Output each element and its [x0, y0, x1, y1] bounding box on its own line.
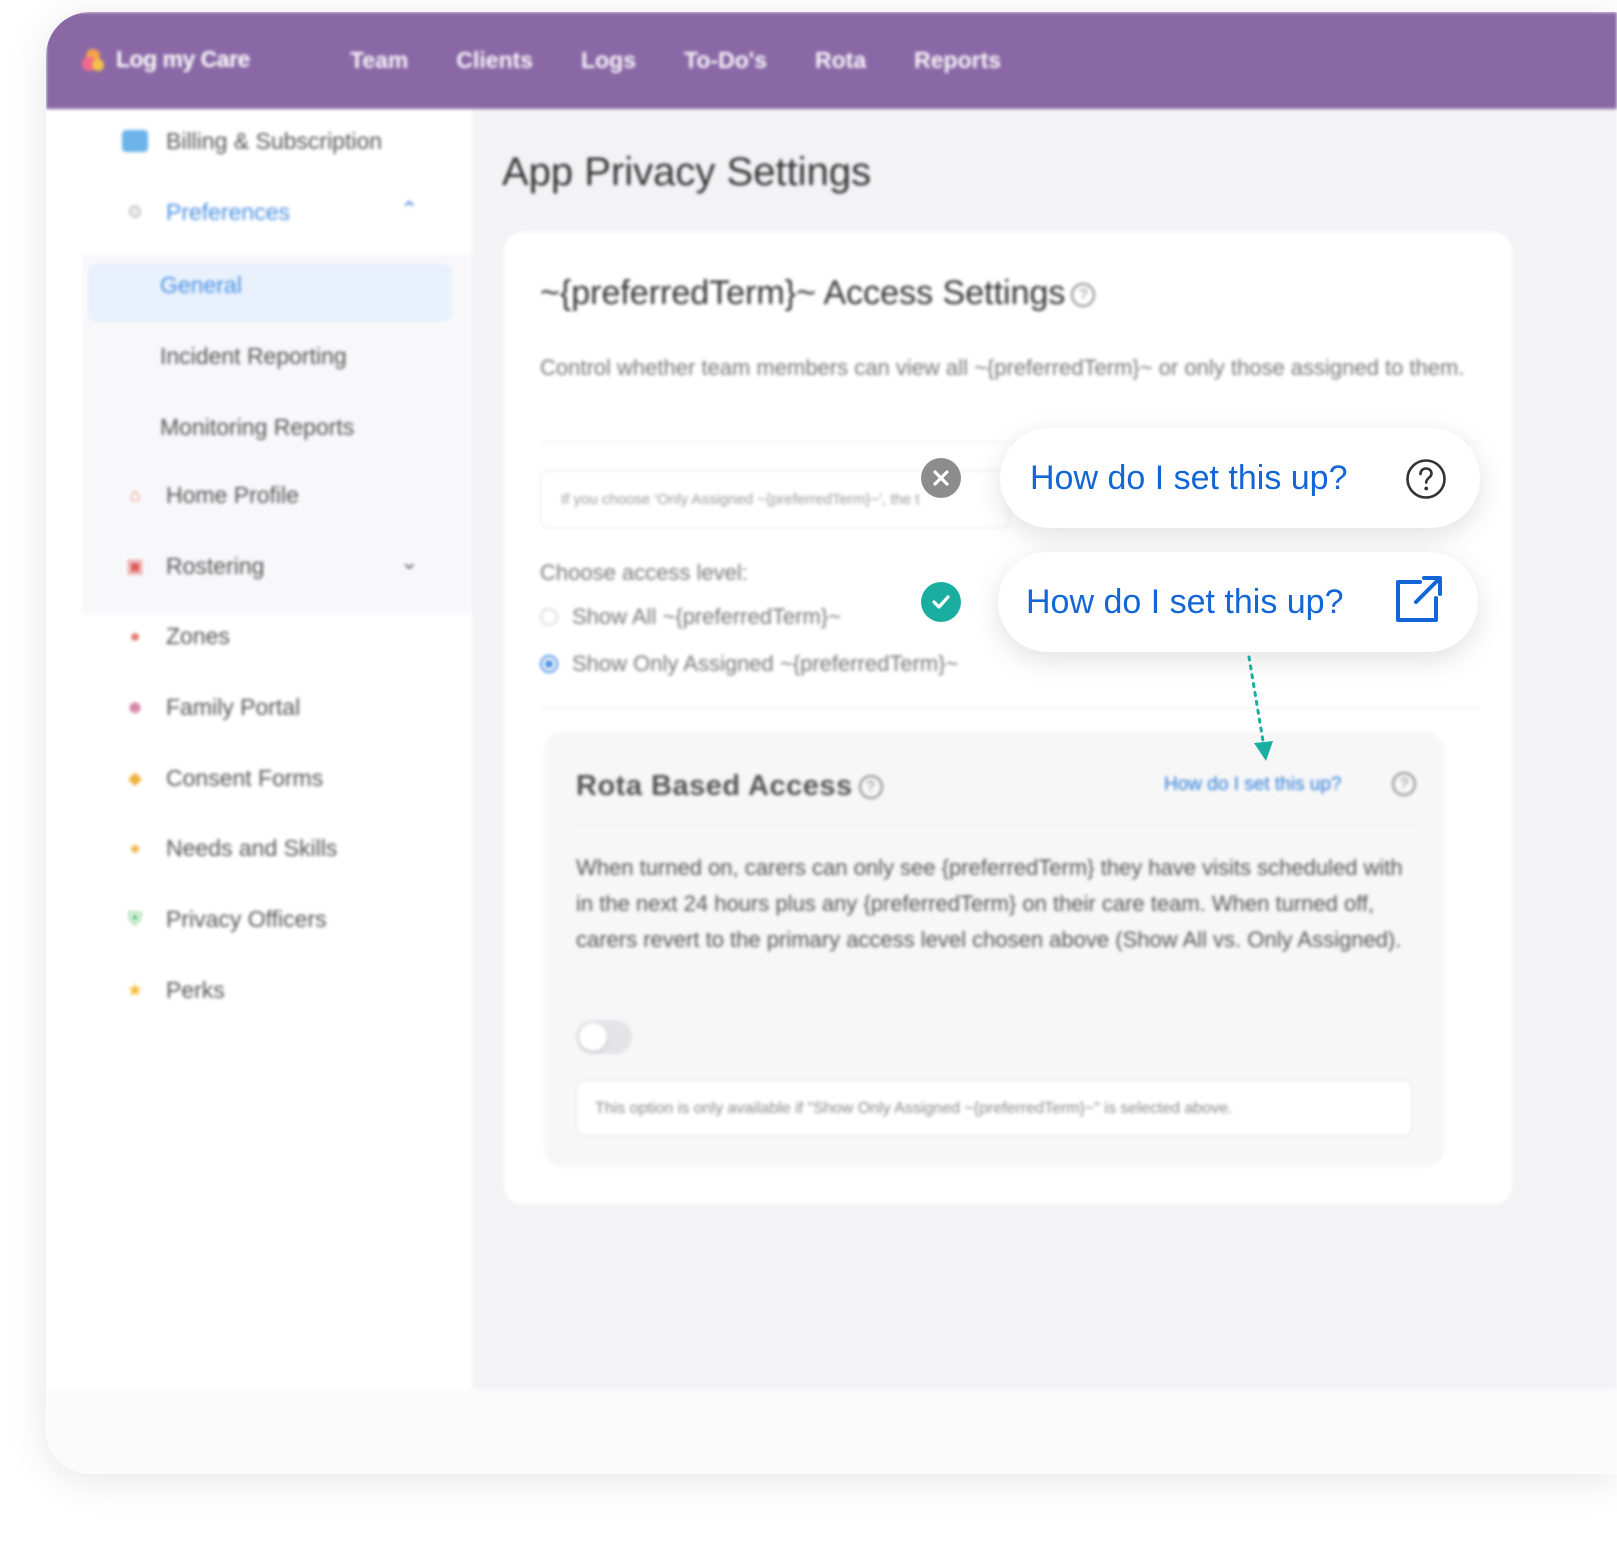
sidebar-item-home-profile[interactable]: ⌂ Home Profile [122, 475, 299, 515]
callout-link-text: How do I set this up? [1026, 582, 1344, 621]
nav-team[interactable]: Team [350, 47, 408, 74]
sidebar-item-label: Consent Forms [166, 764, 324, 791]
choose-access-label: Choose access level: [540, 560, 748, 585]
nav-reports[interactable]: Reports [914, 47, 1001, 74]
rota-toggle[interactable] [576, 1020, 632, 1054]
access-settings-card: ~{preferredTerm}~ Access Settings? Contr… [504, 232, 1512, 1204]
sidebar-item-consent-forms[interactable]: ◆ Consent Forms [122, 758, 323, 798]
sidebar-item-billing[interactable]: Billing & Subscription [122, 121, 382, 161]
sidebar-item-label: Needs and Skills [166, 834, 338, 861]
rota-note: This option is only available if "Show O… [576, 1080, 1412, 1136]
sidebar-item-label: Zones [166, 622, 230, 649]
card-icon [122, 130, 148, 152]
question-icon[interactable]: ? [1392, 772, 1416, 796]
bottom-strip [46, 1389, 1617, 1474]
card-title: ~{preferredTerm}~ Access Settings? [540, 274, 1096, 313]
nav-clients[interactable]: Clients [456, 47, 533, 74]
handshake-icon: ◆ [128, 767, 142, 788]
sidebar-item-label: Perks [166, 976, 225, 1003]
gear-icon: ⚙ [126, 201, 144, 222]
chevron-up-icon[interactable]: ⌃ [400, 197, 418, 223]
blurred-app-background: Log my Care Team Clients Logs To-Do's Ro… [46, 12, 1617, 1474]
sidebar-item-privacy-officers[interactable]: ⛨ Privacy Officers [122, 899, 327, 939]
card-description: Control whether team members can view al… [540, 355, 1465, 380]
sidebar-sub-general[interactable]: General [160, 272, 242, 299]
rota-title-text: Rota Based Access [576, 770, 853, 802]
nav-rota[interactable]: Rota [815, 47, 866, 74]
dotted-arrow-icon [1247, 655, 1273, 761]
sidebar-item-label: Rostering [166, 552, 265, 579]
rota-setup-link[interactable]: How do I set this up? [1164, 774, 1341, 796]
external-link-icon [1396, 576, 1442, 622]
active-sub-highlight [88, 264, 452, 322]
sidebar-item-zones[interactable]: ● Zones [122, 616, 230, 656]
family-icon: ☻ [125, 696, 145, 717]
sidebar-item-label: Home Profile [166, 481, 299, 508]
callout-link-text: How do I set this up? [1030, 458, 1348, 497]
nav-todos[interactable]: To-Do's [684, 47, 767, 74]
sidebar-item-label: Billing & Subscription [166, 127, 383, 154]
sidebar-item-rostering[interactable]: ▣ Rostering [122, 546, 264, 586]
app-logo[interactable]: Log my Care [82, 46, 250, 73]
app-name: Log my Care [116, 46, 250, 72]
radio-show-only-assigned[interactable]: Show Only Assigned ~{preferredTerm}~ [540, 651, 958, 677]
nav-logs[interactable]: Logs [581, 47, 636, 74]
logo-mark-icon [82, 47, 108, 73]
help-icon[interactable]: ? [858, 775, 883, 800]
question-icon [1406, 459, 1446, 499]
sidebar-item-perks[interactable]: ★ Perks [122, 970, 225, 1010]
calendar-icon: ▣ [126, 555, 144, 576]
top-navigation-bar: Log my Care Team Clients Logs To-Do's Ro… [46, 12, 1617, 109]
sidebar-item-needs-skills[interactable]: ● Needs and Skills [122, 828, 338, 868]
sidebar-sub-incident-reporting[interactable]: Incident Reporting [160, 343, 347, 370]
divider [540, 707, 1480, 708]
star-icon: ★ [126, 979, 144, 1000]
house-icon: ⌂ [129, 484, 141, 505]
sidebar-sub-monitoring-reports[interactable]: Monitoring Reports [160, 414, 354, 441]
sidebar-item-family-portal[interactable]: ☻ Family Portal [122, 687, 301, 727]
rota-title: Rota Based Access? [576, 770, 883, 803]
callout-external-link[interactable]: How do I set this up? [998, 552, 1478, 652]
chevron-down-icon[interactable]: ⌄ [400, 549, 418, 575]
correct-mark-icon [921, 582, 961, 622]
person-icon: ● [129, 837, 141, 858]
rota-description: When turned on, carers can only see {pre… [576, 855, 1403, 952]
sidebar-item-label: Privacy Officers [166, 905, 327, 932]
incorrect-mark-icon [921, 458, 961, 498]
divider [576, 824, 1416, 825]
sidebar-item-preferences[interactable]: ⚙ Preferences [122, 192, 290, 232]
pin-icon: ● [129, 625, 141, 646]
page-title: App Privacy Settings [502, 150, 872, 194]
sidebar-item-label: Family Portal [166, 693, 301, 720]
card-title-text: ~{preferredTerm}~ Access Settings [540, 274, 1066, 312]
radio-circle[interactable] [540, 608, 558, 626]
radio-label: Show All ~{preferredTerm}~ [572, 604, 842, 629]
shield-icon: ⛨ [128, 908, 142, 929]
callout-question-link[interactable]: How do I set this up? [1000, 428, 1480, 528]
radio-circle-selected[interactable] [540, 655, 558, 673]
settings-sidebar: Billing & Subscription ⚙ Preferences ⌃ G… [82, 109, 472, 1389]
sidebar-item-label: Preferences [166, 198, 291, 225]
rota-based-access-panel: Rota Based Access? How do I set this up?… [544, 732, 1444, 1167]
app-window: Log my Care Team Clients Logs To-Do's Ro… [46, 12, 1617, 1474]
radio-label: Show Only Assigned ~{preferredTerm}~ [572, 651, 959, 676]
main-nav: Team Clients Logs To-Do's Rota Reports [350, 12, 1049, 109]
help-icon[interactable]: ? [1071, 283, 1096, 308]
radio-show-all[interactable]: Show All ~{preferredTerm}~ [540, 604, 841, 630]
